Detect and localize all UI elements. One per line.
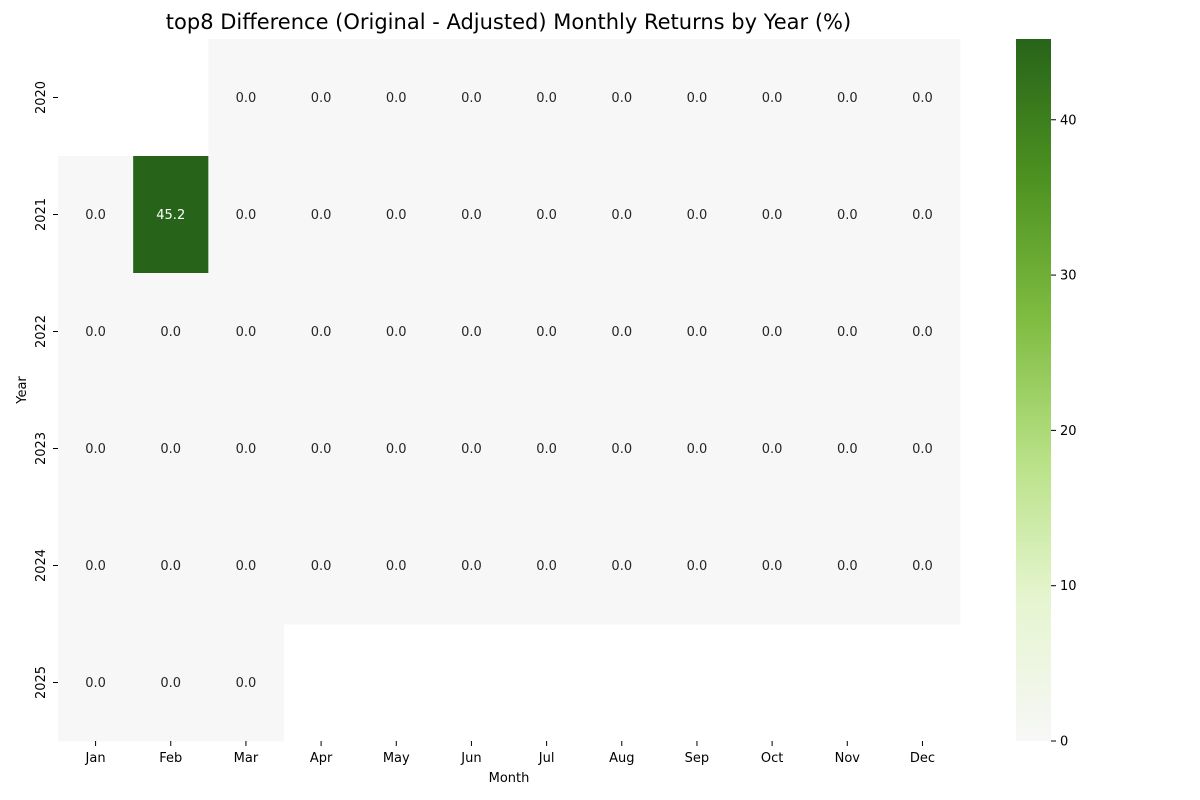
cell-value-label: 0.0 (687, 91, 708, 106)
colorbar-gradient (1016, 39, 1051, 741)
cell-value-label: 0.0 (536, 559, 557, 574)
y-axis-label: Year (15, 376, 30, 405)
cell-value-label: 0.0 (837, 91, 858, 106)
x-tick-label: Feb (159, 751, 182, 766)
cell-value-label: 0.0 (611, 559, 632, 574)
cell-value-label: 0.0 (461, 559, 482, 574)
cell-value-label: 0.0 (85, 676, 106, 691)
cell-value-label: 0.0 (912, 91, 933, 106)
y-tick-label: 2023 (34, 432, 49, 465)
x-tick-label: Jun (460, 751, 481, 766)
cell-value-label: 0.0 (461, 442, 482, 457)
cell-value-label: 0.0 (762, 208, 783, 223)
x-tick-label: Jul (538, 751, 555, 766)
x-tick-label: Mar (234, 751, 259, 766)
y-tick-label: 2024 (34, 549, 49, 582)
y-tick-label: 2021 (34, 198, 49, 231)
cell-value-label: 0.0 (611, 91, 632, 106)
cell-value-label: 0.0 (687, 208, 708, 223)
cell-value-label: 0.0 (85, 559, 106, 574)
cell-value-label: 0.0 (160, 325, 181, 340)
cell-value-label: 0.0 (611, 325, 632, 340)
colorbar-tick-label: 20 (1060, 424, 1077, 439)
cell-value-label: 0.0 (236, 442, 257, 457)
x-tick-label: Sep (685, 751, 710, 766)
cell-value-label: 0.0 (837, 442, 858, 457)
cell-value-label: 0.0 (236, 208, 257, 223)
cell-value-label: 0.0 (160, 559, 181, 574)
cell-value-label: 0.0 (611, 208, 632, 223)
cell-value-label: 0.0 (687, 325, 708, 340)
cell-value-label: 0.0 (236, 91, 257, 106)
cell-value-label: 0.0 (236, 559, 257, 574)
cell-value-label: 0.0 (536, 208, 557, 223)
cell-value-label: 0.0 (762, 442, 783, 457)
heatmap-cells: 0.0 0.0 0.0 0.0 0.0 0.0 0.0 0.0 0.0 0.0 0.0 45.2 0.0… (58, 39, 961, 742)
cell-value-label: 0.0 (912, 325, 933, 340)
cell-value-label: 0.0 (536, 325, 557, 340)
cell-value-label: 0.0 (311, 91, 332, 106)
cell-value-label: 45.2 (156, 208, 185, 223)
cell-value-label: 0.0 (236, 676, 257, 691)
cell-value-label: 0.0 (762, 559, 783, 574)
cell-value-label: 0.0 (386, 325, 407, 340)
x-tick-label: May (383, 751, 410, 766)
colorbar-tick-label: 10 (1060, 579, 1077, 594)
cell-value-label: 0.0 (611, 442, 632, 457)
cell-value-label: 0.0 (536, 442, 557, 457)
cell-value-label: 0.0 (837, 208, 858, 223)
cell-value-label: 0.0 (311, 442, 332, 457)
y-tick-label: 2022 (34, 315, 49, 348)
cell-value-label: 0.0 (386, 559, 407, 574)
cell-value-label: 0.0 (311, 325, 332, 340)
y-axis-ticks: 2020 2021 2022 2023 2024 2025 (34, 81, 58, 699)
cell-value-label: 0.0 (160, 676, 181, 691)
cell-value-label: 0.0 (311, 559, 332, 574)
cell-value-label: 0.0 (837, 559, 858, 574)
cell-value-label: 0.0 (461, 325, 482, 340)
cell-value-label: 0.0 (160, 442, 181, 457)
cell-value-label: 0.0 (461, 208, 482, 223)
colorbar-tick-label: 0 (1060, 735, 1068, 750)
cell-value-label: 0.0 (762, 325, 783, 340)
y-tick-label: 2020 (34, 81, 49, 114)
colorbar: 0 10 20 30 40 (1016, 39, 1077, 750)
x-tick-label: Apr (310, 751, 333, 766)
x-tick-label: Nov (835, 751, 861, 766)
x-tick-label: Oct (761, 751, 783, 766)
cell-value-label: 0.0 (837, 325, 858, 340)
x-axis-label: Month (489, 771, 530, 786)
cell-value-label: 0.0 (85, 325, 106, 340)
colorbar-tick-label: 30 (1060, 269, 1077, 284)
cell-value-label: 0.0 (912, 208, 933, 223)
cell-value-label: 0.0 (85, 442, 106, 457)
colorbar-tick-label: 40 (1060, 113, 1077, 128)
y-tick-label: 2025 (34, 666, 49, 699)
cell-value-label: 0.0 (912, 559, 933, 574)
x-tick-label: Aug (609, 751, 634, 766)
cell-value-label: 0.0 (311, 208, 332, 223)
cell-value-label: 0.0 (386, 208, 407, 223)
cell-value-label: 0.0 (912, 442, 933, 457)
cell-value-label: 0.0 (687, 442, 708, 457)
cell-value-label: 0.0 (536, 91, 557, 106)
x-tick-label: Jan (85, 751, 106, 766)
cell-value-label: 0.0 (386, 91, 407, 106)
x-axis-ticks: Jan Feb Mar Apr May Jun Jul Aug Sep Oct Nov Dec (85, 741, 935, 766)
cell-value-label: 0.0 (236, 325, 257, 340)
cell-value-label: 0.0 (762, 91, 783, 106)
heatmap-chart: 0.0 0.0 0.0 0.0 0.0 0.0 0.0 0.0 0.0 0.0 0.0 45.2 0.0… (15, 39, 1077, 786)
x-tick-label: Dec (910, 751, 935, 766)
cell-value-label: 0.0 (687, 559, 708, 574)
cell-value-label: 0.0 (85, 208, 106, 223)
cell-value-label: 0.0 (461, 91, 482, 106)
cell-value-label: 0.0 (386, 442, 407, 457)
